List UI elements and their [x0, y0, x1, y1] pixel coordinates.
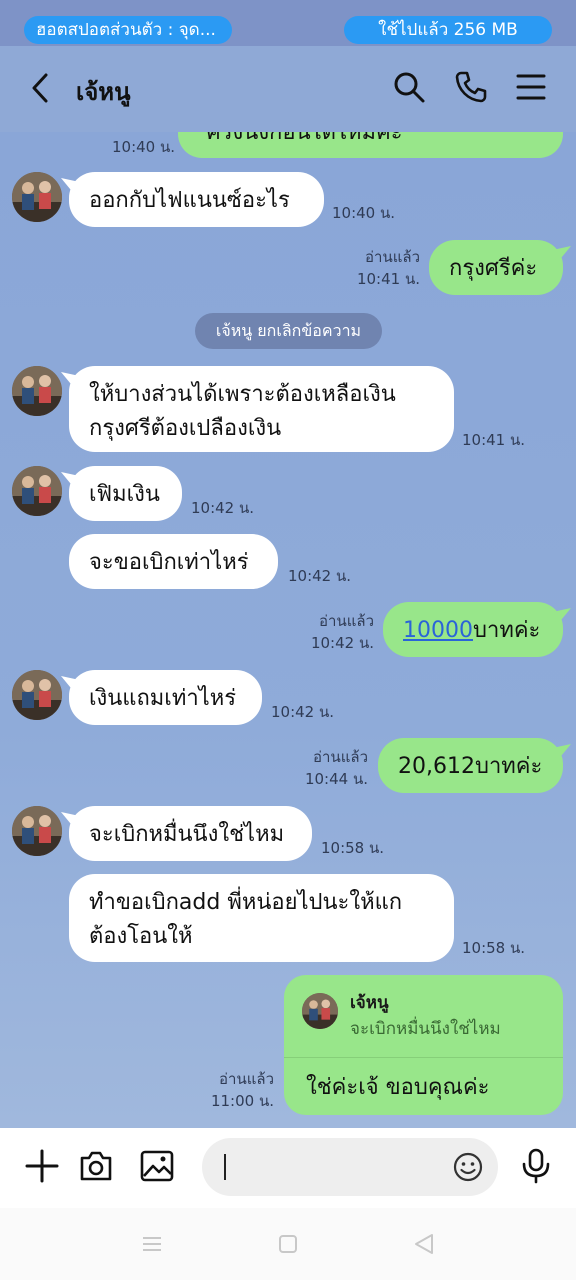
read-label: อ่านแล้ว — [365, 248, 420, 266]
emoji-icon[interactable] — [452, 1151, 484, 1183]
message-text: จะเบิกหมื่นนึงใช่ไหม — [89, 822, 285, 847]
text-caret — [224, 1154, 226, 1180]
avatar[interactable] — [12, 466, 62, 516]
phone-icon[interactable] — [454, 70, 488, 104]
avatar[interactable] — [12, 172, 62, 222]
message-bubble-outgoing[interactable]: 20,612บาทค่ะ — [378, 738, 563, 793]
read-label: อ่านแล้ว — [319, 612, 374, 630]
message-text: จะขอเบิกเท่าไหร่ — [89, 550, 249, 575]
message-time: 10:42 น. — [271, 703, 335, 721]
plus-icon[interactable] — [24, 1148, 60, 1184]
message-time: 10:58 น. — [462, 939, 526, 957]
message-text-line: ต้องโอนให้ — [89, 924, 193, 949]
avatar[interactable] — [12, 806, 62, 856]
message-text-line: ให้บางส่วนได้เพราะต้องเหลือเงิน — [89, 382, 396, 407]
nav-back-icon[interactable] — [412, 1232, 436, 1256]
recent-apps-icon[interactable] — [140, 1232, 164, 1256]
message-bubble-outgoing[interactable]: ครึ่งนึงก่อนได้ไหมคะ — [178, 132, 563, 158]
read-receipt: อ่านแล้ว 10:44 น. — [298, 746, 368, 790]
message-text-line: กรุงศรีต้องเปลืองเงิน — [89, 416, 282, 441]
read-receipt: อ่านแล้ว 10:41 น. — [350, 246, 420, 290]
message-time: 10:40 น. — [332, 204, 396, 222]
message-time: 10:41 น. — [356, 270, 420, 288]
back-icon[interactable] — [26, 72, 56, 104]
message-list[interactable]: ครึ่งนึงก่อนได้ไหมคะ 10:40 น. ออกกับไฟแน… — [0, 132, 576, 1128]
message-time: 10:44 น. — [304, 770, 368, 788]
read-label: อ่านแล้ว — [313, 748, 368, 766]
camera-icon[interactable] — [78, 1148, 114, 1184]
message-bubble-outgoing[interactable]: กรุงศรีค่ะ — [429, 240, 563, 295]
data-usage-pill[interactable]: ใช้ไปแล้ว 256 MB — [344, 16, 552, 44]
message-text: กรุงศรีค่ะ — [449, 256, 538, 281]
message-time: 10:58 น. — [321, 839, 385, 857]
quoted-avatar — [302, 993, 338, 1029]
menu-icon[interactable] — [514, 70, 548, 104]
read-label: อ่านแล้ว — [219, 1070, 274, 1088]
message-time: 10:42 น. — [310, 634, 374, 652]
hotspot-pill[interactable]: ฮอตสปอตส่วนตัว : จุด... — [24, 16, 232, 44]
message-text: บาทค่ะ — [473, 618, 541, 643]
system-message: เจ้หนู ยกเลิกข้อความ — [195, 313, 382, 349]
read-receipt: อ่านแล้ว 10:42 น. — [304, 610, 374, 654]
avatar[interactable] — [12, 366, 62, 416]
message-text: 20,612บาทค่ะ — [398, 754, 543, 779]
message-bubble-incoming[interactable]: ให้บางส่วนได้เพราะต้องเหลือเงิน กรุงศรีต… — [69, 366, 454, 452]
message-text-line: ทำขอเบิกadd พี่หน่อยไปนะให้แก — [89, 890, 403, 915]
amount-link[interactable]: 10000 — [403, 618, 473, 643]
avatar[interactable] — [12, 670, 62, 720]
chat-header: เจ้หนู — [0, 46, 576, 132]
image-icon[interactable] — [139, 1148, 175, 1184]
message-bubble-outgoing[interactable]: 10000บาทค่ะ — [383, 602, 563, 657]
message-time: 10:41 น. — [462, 431, 526, 449]
message-bubble-incoming[interactable]: ทำขอเบิกadd พี่หน่อยไปนะให้แก ต้องโอนให้ — [69, 874, 454, 962]
message-composer — [0, 1128, 576, 1208]
home-icon[interactable] — [276, 1232, 300, 1256]
message-bubble-reply[interactable]: เจ้หนู จะเบิกหมื่นนึงใช่ไหม ใช่ค่ะเจ้ ขอ… — [284, 975, 563, 1115]
status-bar: ฮอตสปอตส่วนตัว : จุด... ใช้ไปแล้ว 256 MB — [0, 0, 576, 46]
message-time: 10:42 น. — [191, 499, 255, 517]
read-receipt: อ่านแล้ว 11:00 น. — [204, 1068, 274, 1112]
message-bubble-incoming[interactable]: ออกกับไฟแนนซ์อะไร — [69, 172, 324, 227]
search-icon[interactable] — [392, 70, 426, 104]
message-time: 11:00 น. — [210, 1092, 274, 1110]
message-text: เฟิมเงิน — [89, 482, 160, 507]
system-nav-bar — [0, 1208, 576, 1280]
quoted-sender: เจ้หนู — [350, 993, 389, 1013]
message-time: 10:40 น. — [112, 138, 176, 156]
mic-icon[interactable] — [518, 1148, 554, 1184]
message-text: เงินแถมเท่าไหร่ — [89, 686, 237, 711]
message-text: ออกกับไฟแนนซ์อะไร — [89, 188, 290, 213]
message-input[interactable] — [202, 1138, 498, 1196]
chat-title: เจ้หนู — [76, 78, 131, 106]
message-time: 10:42 น. — [288, 567, 352, 585]
message-bubble-incoming[interactable]: เฟิมเงิน — [69, 466, 182, 521]
message-bubble-incoming[interactable]: จะเบิกหมื่นนึงใช่ไหม — [69, 806, 312, 861]
message-bubble-incoming[interactable]: เงินแถมเท่าไหร่ — [69, 670, 262, 725]
message-text: ใช่ค่ะเจ้ ขอบคุณค่ะ — [306, 1075, 490, 1100]
quoted-message[interactable]: เจ้หนู จะเบิกหมื่นนึงใช่ไหม — [284, 975, 563, 1058]
message-bubble-incoming[interactable]: จะขอเบิกเท่าไหร่ — [69, 534, 278, 589]
quoted-text: จะเบิกหมื่นนึงใช่ไหม — [350, 1019, 501, 1039]
message-text: ครึ่งนึงก่อนได้ไหมคะ — [206, 132, 403, 145]
